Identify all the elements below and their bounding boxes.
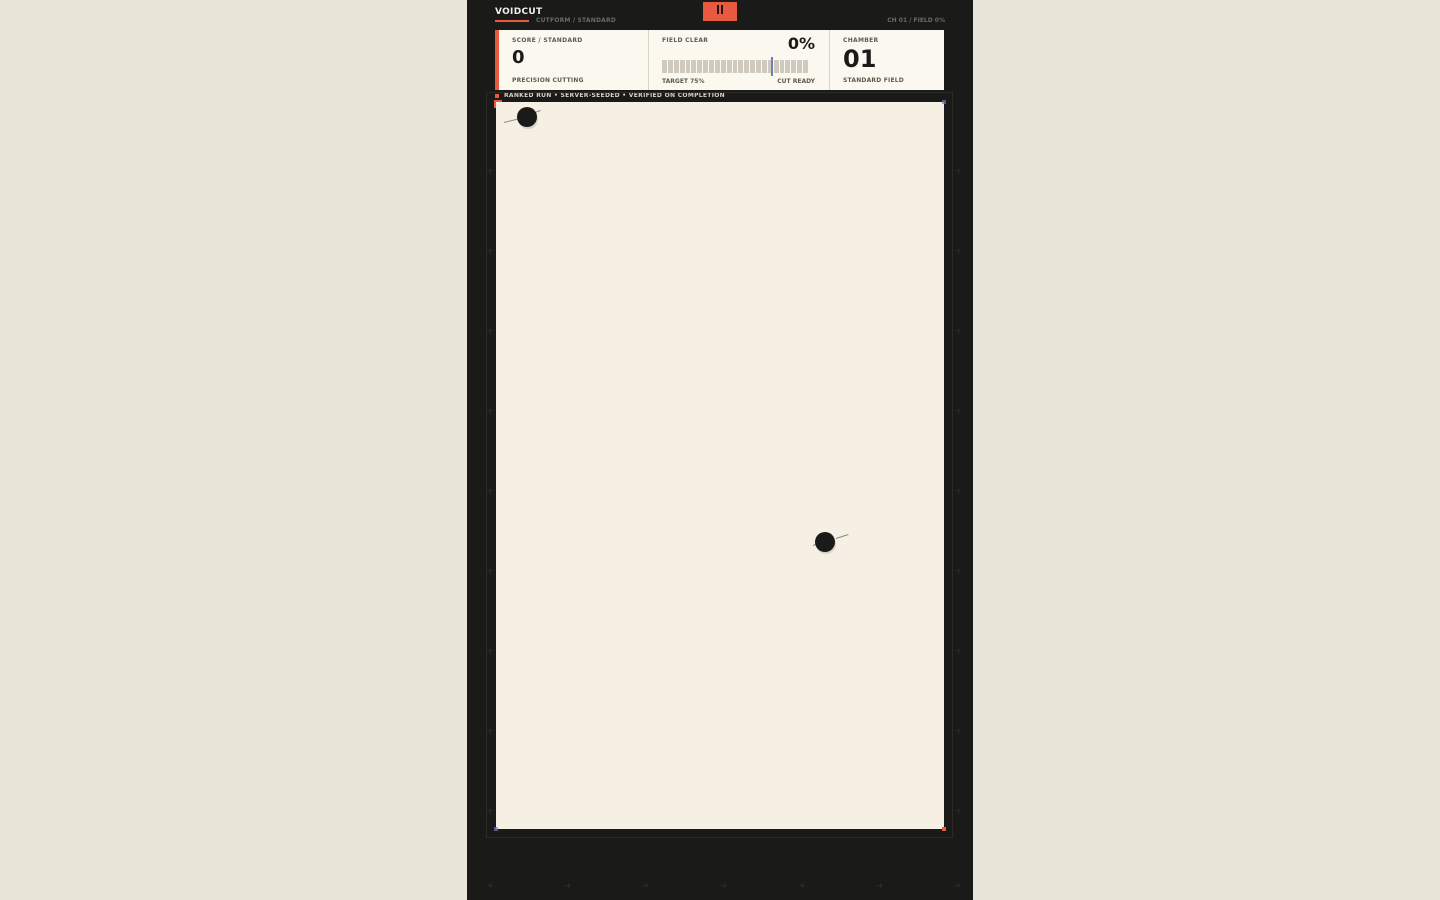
corner-marker-bottom-right (942, 827, 946, 831)
grid-cross (955, 807, 961, 814)
grid-cross (487, 247, 493, 254)
progress-segment (744, 60, 750, 73)
progress-segment (691, 60, 697, 73)
progress-segment (785, 60, 791, 73)
grid-cross (955, 247, 961, 254)
grid-cross (955, 882, 961, 889)
cut-status: CUT READY (777, 78, 815, 85)
progress-segment (667, 60, 673, 73)
grid-cross (487, 487, 493, 494)
chamber-mode: STANDARD FIELD (843, 77, 904, 84)
brand-underline (495, 20, 529, 22)
hud-bar: SCORE / STANDARD 0 PRECISION CUTTING FIE… (495, 30, 944, 90)
field-clear-value: 0% (787, 34, 815, 53)
grid-cross (487, 567, 493, 574)
field-clear-panel: FIELD CLEAR 0% TARGET 75% CUT READY (648, 30, 829, 90)
corner-marker-top-left (494, 100, 502, 108)
field-progress-bar (662, 60, 808, 73)
grid-cross (955, 487, 961, 494)
grid-cross (877, 882, 883, 889)
grid-cross (487, 167, 493, 174)
grid-cross (955, 567, 961, 574)
grid-cross (955, 647, 961, 654)
score-value: 0 (512, 47, 525, 68)
progress-segment (709, 60, 714, 73)
bouncing-ball (517, 107, 537, 127)
progress-segment (685, 60, 691, 73)
grid-cross (955, 167, 961, 174)
grid-cross (955, 407, 961, 414)
ranked-ticker: RANKED RUN • SERVER-SEEDED • VERIFIED ON… (495, 92, 725, 99)
grid-cross (487, 647, 493, 654)
progress-segment (797, 60, 802, 73)
progress-segment (726, 60, 732, 73)
ball-trail (503, 118, 518, 123)
progress-segment (673, 60, 679, 73)
progress-segment (703, 60, 708, 73)
game-frame: VOIDCUT CUTFORM / STANDARD CH 01 / FIELD… (467, 0, 973, 900)
grid-cross (487, 327, 493, 334)
grid-cross (487, 727, 493, 734)
progress-segment (662, 60, 667, 73)
progress-segment (791, 60, 797, 73)
grid-cross (643, 882, 649, 889)
grid-cross (487, 807, 493, 814)
progress-segment (738, 60, 744, 73)
progress-segment (773, 60, 779, 73)
progress-segment (697, 60, 703, 73)
grid-cross (799, 882, 805, 889)
ticker-dot-icon (495, 93, 499, 98)
ticker-text: RANKED RUN • SERVER-SEEDED • VERIFIED ON… (504, 92, 725, 99)
field-clear-label: FIELD CLEAR (662, 37, 709, 44)
progress-segment (679, 60, 685, 73)
corner-marker-top-right (942, 100, 946, 104)
progress-segment (714, 60, 720, 73)
progress-segment (803, 60, 808, 73)
chamber-label: CHAMBER (843, 37, 879, 44)
corner-marker-bottom-left (494, 827, 498, 831)
ball-trail (835, 534, 849, 539)
pause-icon (717, 5, 723, 14)
target-marker (770, 57, 773, 76)
progress-segment (761, 60, 767, 73)
progress-segment (779, 60, 785, 73)
score-mode: PRECISION CUTTING (512, 77, 584, 84)
grid-cross (955, 727, 961, 734)
grid-cross (721, 882, 727, 889)
target-label: TARGET 75% (662, 78, 705, 85)
score-panel: SCORE / STANDARD 0 PRECISION CUTTING (499, 30, 648, 90)
status-readout: CH 01 / FIELD 0% (887, 17, 945, 24)
pause-button[interactable] (703, 2, 737, 21)
grid-cross (955, 327, 961, 334)
play-field[interactable] (494, 100, 946, 831)
progress-segment (756, 60, 761, 73)
progress-segment (750, 60, 755, 73)
app-subtitle: CUTFORM / STANDARD (536, 17, 616, 24)
chamber-panel: CHAMBER 01 STANDARD FIELD (829, 30, 944, 90)
grid-cross (487, 407, 493, 414)
grid-cross (565, 882, 571, 889)
chamber-value: 01 (843, 45, 877, 73)
progress-segment (732, 60, 738, 73)
grid-cross (487, 882, 493, 889)
bouncing-ball (815, 532, 835, 552)
score-label: SCORE / STANDARD (512, 37, 583, 44)
progress-segment (720, 60, 726, 73)
